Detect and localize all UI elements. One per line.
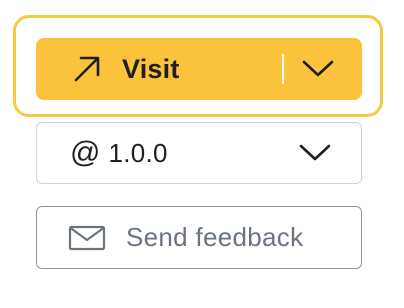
- chevron-down-icon: [302, 60, 334, 78]
- send-feedback-button[interactable]: Send feedback: [36, 206, 362, 269]
- visit-label: Visit: [122, 53, 180, 84]
- panel: Visit @ 1.0.0 Send feedback: [0, 0, 404, 308]
- arrow-up-right-icon: [72, 54, 102, 84]
- send-feedback-label: Send feedback: [126, 222, 304, 252]
- envelope-icon: [68, 225, 106, 251]
- visit-button[interactable]: Visit: [36, 38, 282, 100]
- at-symbol: @: [70, 136, 101, 169]
- version-value: 1.0.0: [108, 137, 168, 168]
- chevron-down-icon: [299, 144, 331, 162]
- visit-dropdown-toggle[interactable]: [302, 38, 362, 100]
- split-divider: [282, 54, 284, 84]
- version-select[interactable]: @ 1.0.0: [36, 122, 362, 184]
- visit-split-button[interactable]: Visit: [36, 38, 362, 100]
